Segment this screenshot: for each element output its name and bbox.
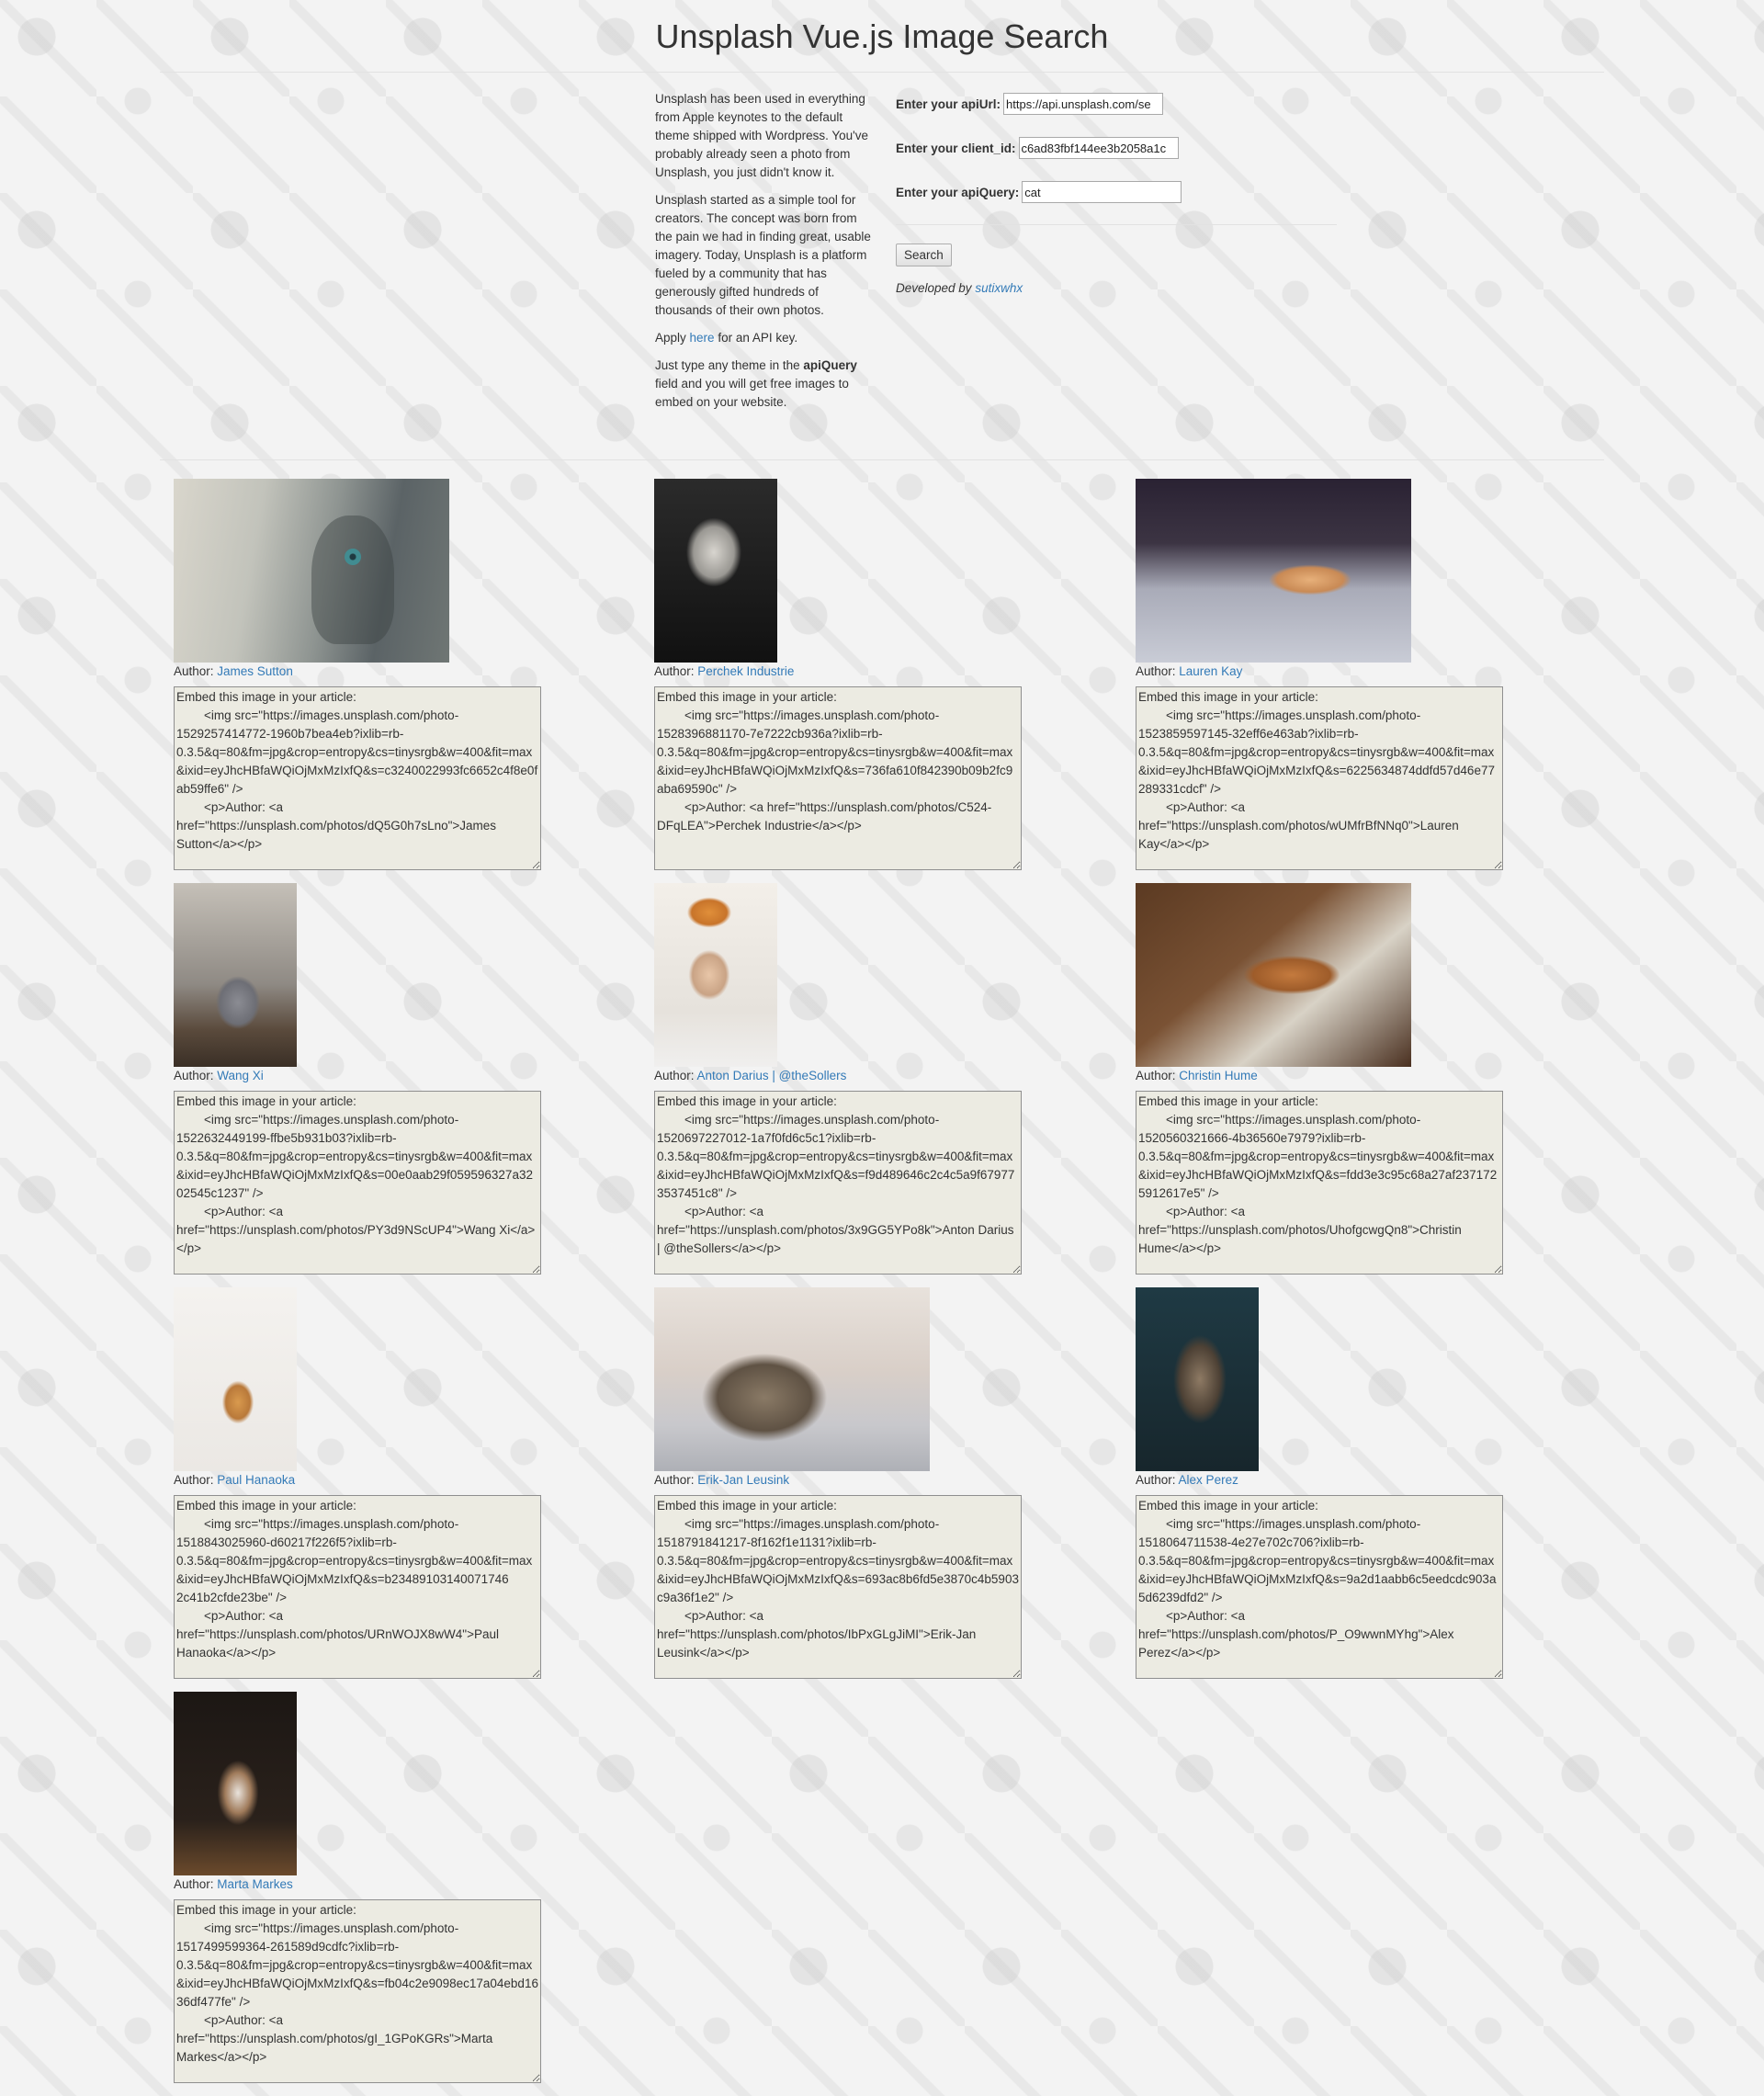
author-label: Author: <box>174 1069 218 1082</box>
result-card: Author: Wang Xi Embed this image in your… <box>174 883 560 1275</box>
intro-text-fragment: Just type any theme in the <box>655 358 804 372</box>
embed-code-textarea[interactable]: Embed this image in your article: <img s… <box>654 686 1022 870</box>
result-image[interactable] <box>654 883 777 1067</box>
intro-text: Unsplash has been used in everything fro… <box>655 90 874 421</box>
result-image[interactable] <box>174 1287 297 1471</box>
page-title: Unsplash Vue.js Image Search <box>655 17 1109 55</box>
developer-link[interactable]: sutixwhx <box>975 281 1023 295</box>
author-link[interactable]: Anton Darius | @theSollers <box>697 1069 847 1082</box>
author-line: Author: Alex Perez <box>1136 1471 1521 1490</box>
author-line: Author: Anton Darius | @theSollers <box>654 1067 1040 1085</box>
intro-text-fragment: field and you will get free images to em… <box>655 377 849 409</box>
author-link[interactable]: Perchek Industrie <box>697 664 794 678</box>
author-line: Author: Erik-Jan Leusink <box>654 1471 1040 1490</box>
api-key-link[interactable]: here <box>690 331 715 345</box>
author-label: Author: <box>1136 664 1180 678</box>
result-card: Author: Perchek Industrie Embed this ima… <box>654 479 1040 870</box>
result-card: Author: Lauren Kay Embed this image in y… <box>1136 479 1521 870</box>
intro-paragraph: Apply here for an API key. <box>655 329 874 347</box>
result-image[interactable] <box>174 883 297 1067</box>
author-label: Author: <box>654 1473 698 1487</box>
client-id-input[interactable] <box>1018 137 1179 159</box>
result-image[interactable] <box>1136 479 1411 663</box>
result-card: Author: Anton Darius | @theSollers Embed… <box>654 883 1040 1275</box>
author-label: Author: <box>1136 1069 1180 1082</box>
author-line: Author: Wang Xi <box>174 1067 560 1085</box>
intro-paragraph: Unsplash started as a simple tool for cr… <box>655 193 871 317</box>
author-link[interactable]: James Sutton <box>217 664 293 678</box>
author-label: Author: <box>1136 1473 1179 1487</box>
api-query-field: Enter your apiQuery: <box>896 180 1337 204</box>
result-card: Author: Erik-Jan Leusink Embed this imag… <box>654 1287 1040 1679</box>
author-label: Author: <box>174 1473 218 1487</box>
result-card: Author: Paul Hanaoka Embed this image in… <box>174 1287 560 1679</box>
embed-code-textarea[interactable]: Embed this image in your article: <img s… <box>1136 1495 1503 1679</box>
author-link[interactable]: Christin Hume <box>1179 1069 1258 1082</box>
embed-code-textarea[interactable]: Embed this image in your article: <img s… <box>174 1091 541 1275</box>
result-card: Author: Marta Markes Embed this image in… <box>174 1692 560 2083</box>
author-line: Author: Perchek Industrie <box>654 663 1040 681</box>
author-line: Author: Lauren Kay <box>1136 663 1521 681</box>
author-line: Author: James Sutton <box>174 663 560 681</box>
result-image[interactable] <box>174 1692 297 1875</box>
result-image[interactable] <box>654 1287 930 1471</box>
author-link[interactable]: Wang Xi <box>217 1069 264 1082</box>
author-line: Author: Paul Hanaoka <box>174 1471 560 1490</box>
api-query-input[interactable] <box>1022 181 1182 203</box>
embed-code-textarea[interactable]: Embed this image in your article: <img s… <box>654 1091 1022 1275</box>
page: Unsplash Vue.js Image Search Unsplash ha… <box>160 0 1604 2096</box>
form-divider <box>896 224 1337 225</box>
header-divider <box>160 72 1604 73</box>
result-image[interactable] <box>1136 1287 1259 1471</box>
author-link[interactable]: Lauren Kay <box>1179 664 1242 678</box>
api-url-label: Enter your apiUrl: <box>896 96 1001 111</box>
intro-paragraph: Just type any theme in the apiQuery fiel… <box>655 357 874 412</box>
search-button[interactable]: Search <box>896 244 952 266</box>
author-label: Author: <box>654 664 698 678</box>
author-line: Author: Marta Markes <box>174 1875 560 1894</box>
intro-paragraph: Unsplash has been used in everything fro… <box>655 92 868 179</box>
result-card: Author: James Sutton Embed this image in… <box>174 479 560 870</box>
developer-credit: Developed by sutixwhx <box>896 281 1337 295</box>
api-query-label: Enter your apiQuery: <box>896 185 1020 199</box>
api-query-emphasis: apiQuery <box>803 358 857 372</box>
author-line: Author: Christin Hume <box>1136 1067 1521 1085</box>
embed-code-textarea[interactable]: Embed this image in your article: <img s… <box>174 686 541 870</box>
result-image[interactable] <box>174 479 449 663</box>
search-form: Enter your apiUrl: Enter your client_id:… <box>896 92 1337 295</box>
author-label: Author: <box>174 1877 218 1891</box>
embed-code-textarea[interactable]: Embed this image in your article: <img s… <box>1136 1091 1503 1275</box>
author-label: Author: <box>174 664 218 678</box>
author-label: Author: <box>654 1069 697 1082</box>
author-link[interactable]: Alex Perez <box>1179 1473 1238 1487</box>
embed-code-textarea[interactable]: Embed this image in your article: <img s… <box>174 1899 541 2083</box>
embed-code-textarea[interactable]: Embed this image in your article: <img s… <box>654 1495 1022 1679</box>
embed-code-textarea[interactable]: Embed this image in your article: <img s… <box>174 1495 541 1679</box>
result-image[interactable] <box>654 479 777 663</box>
results-divider <box>160 459 1604 460</box>
author-link[interactable]: Marta Markes <box>217 1877 293 1891</box>
cat-silhouette-icon <box>311 516 394 644</box>
result-image[interactable] <box>1136 883 1411 1067</box>
client-id-label: Enter your client_id: <box>896 141 1016 155</box>
result-card: Author: Alex Perez Embed this image in y… <box>1136 1287 1521 1679</box>
intro-text-fragment: Apply <box>655 331 690 345</box>
result-card: Author: Christin Hume Embed this image i… <box>1136 883 1521 1275</box>
author-link[interactable]: Paul Hanaoka <box>217 1473 295 1487</box>
author-link[interactable]: Erik-Jan Leusink <box>697 1473 789 1487</box>
developer-credit-label: Developed by <box>896 281 976 295</box>
embed-code-textarea[interactable]: Embed this image in your article: <img s… <box>1136 686 1503 870</box>
api-url-input[interactable] <box>1003 93 1164 115</box>
intro-text-fragment: for an API key. <box>714 331 798 345</box>
api-url-field: Enter your apiUrl: <box>896 92 1337 116</box>
client-id-field: Enter your client_id: <box>896 136 1337 160</box>
